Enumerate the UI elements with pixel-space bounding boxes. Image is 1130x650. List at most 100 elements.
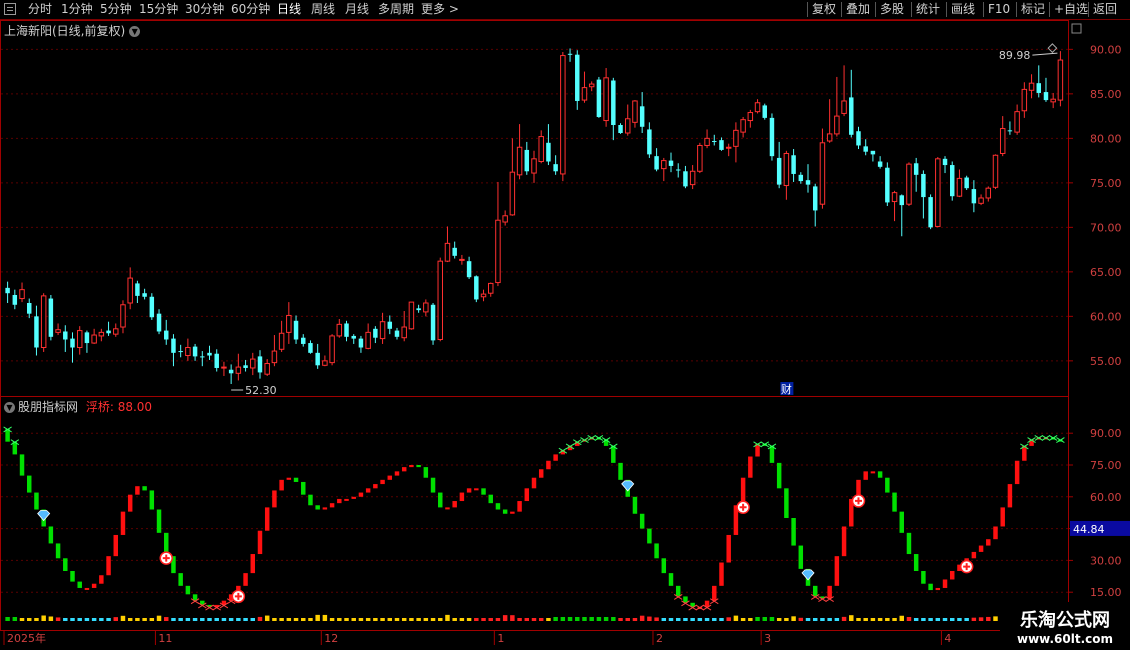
trend-strip-bar [596, 617, 602, 621]
trend-strip-bar [200, 618, 205, 621]
indicator-bar [387, 475, 393, 480]
trend-strip-bar [964, 618, 969, 621]
trend-strip-bar [488, 618, 493, 621]
trend-strip-bar [805, 618, 811, 621]
indicator-bar [913, 554, 919, 571]
indicator-bar [834, 556, 840, 586]
candle-body [697, 144, 703, 172]
trend-strip-bar [358, 618, 364, 621]
trend-strip-bar [661, 618, 667, 621]
candle-body [575, 54, 580, 101]
candle-body [546, 142, 551, 162]
y-tick-label: 90.00 [1090, 427, 1122, 440]
trend-strip-bar [236, 618, 241, 621]
candle-body [942, 158, 948, 166]
candle-body [207, 352, 212, 356]
diamond-signal-icon [801, 569, 815, 581]
candle-body [762, 105, 767, 118]
trend-strip-bar [675, 618, 681, 621]
candle-body [416, 308, 421, 311]
candle-body [351, 335, 356, 339]
top-signal-icon [1041, 435, 1051, 441]
trend-strip-bar [207, 618, 212, 621]
candle-body [863, 146, 868, 152]
trend-strip-bar [55, 617, 61, 621]
y-tick-label: 15.00 [1090, 586, 1122, 599]
indicator-bar [935, 587, 941, 591]
trend-strip-bar [748, 618, 753, 621]
candle-body [588, 83, 595, 88]
trend-strip-bar [683, 618, 688, 621]
indicator-bar [156, 509, 162, 533]
candle-body [76, 330, 83, 348]
candle-body [913, 163, 919, 175]
candle-body [257, 356, 263, 373]
trend-strip-bar [575, 617, 580, 621]
indicator-bar [510, 511, 515, 514]
trend-strip-bar [257, 616, 263, 621]
indicator-bar [949, 571, 955, 580]
trend-strip-bar [344, 618, 349, 621]
indicator-bar [178, 573, 183, 586]
trend-strip-bar [611, 617, 616, 621]
trend-strip-bar [510, 615, 515, 621]
candle-body [286, 314, 292, 333]
indicator-bar [474, 488, 479, 491]
candle-body [683, 171, 688, 187]
indicator-bar [452, 501, 457, 508]
top-signal-icon [587, 435, 596, 441]
indicator-bar [358, 492, 364, 497]
trend-strip-bar [380, 618, 385, 621]
trend-strip-bar [84, 618, 90, 621]
kline-chart[interactable]: 90.00 85.00 80.00 75.00 70.00 65.00 60.00 55.00… [0, 0, 1130, 650]
indicator-bar [1022, 445, 1027, 461]
candle-body [437, 260, 443, 340]
candle-body [474, 276, 479, 300]
trend-strip-bar [791, 616, 796, 621]
indicator-bar [791, 518, 796, 546]
candle-body [639, 106, 645, 127]
trend-strip-bar [668, 618, 674, 621]
candle-body [63, 331, 68, 340]
indicator-bar [517, 501, 522, 512]
candle-body [661, 160, 667, 170]
candle-body [992, 154, 999, 188]
indicator-bar [185, 585, 191, 595]
y-tick-label: 80.00 [1090, 132, 1122, 145]
trend-strip-bar [293, 618, 299, 621]
indicator-bar [632, 496, 638, 514]
trend-strip-bar [474, 618, 479, 621]
indicator-bar [877, 471, 883, 478]
candle-body [906, 163, 912, 205]
indicator-bar [279, 479, 284, 491]
candle-body [769, 117, 775, 157]
indicator-bar [784, 488, 789, 518]
trend-strip-bar [589, 617, 594, 621]
trend-strip-bar [120, 615, 126, 621]
trend-strip-bar [639, 615, 645, 621]
candle-body [452, 247, 457, 256]
indicator-bar [1000, 507, 1005, 527]
candle-body [401, 326, 407, 339]
trend-strip-bar [531, 618, 537, 621]
indicator-bar [488, 494, 493, 504]
candle-body [185, 347, 191, 357]
indicator-bar [286, 477, 292, 480]
indicator-bar [921, 571, 926, 584]
candle-body [344, 323, 349, 337]
indicator-bar [748, 456, 753, 478]
trend-strip-bar [351, 618, 356, 621]
trend-strip-bar [401, 618, 407, 621]
indicator-bar [329, 503, 335, 508]
indicator-bar [99, 575, 104, 584]
candle-body [524, 149, 530, 172]
indicator-bar [243, 573, 248, 586]
indicator-bar [546, 460, 551, 470]
candle-body [48, 298, 54, 337]
indicator-bar [928, 583, 933, 591]
trend-strip-bar [524, 618, 530, 621]
candle-body [596, 79, 602, 117]
trend-strip-bar [971, 617, 977, 621]
trend-strip-bar [106, 618, 111, 621]
indicator-bar [416, 465, 421, 468]
